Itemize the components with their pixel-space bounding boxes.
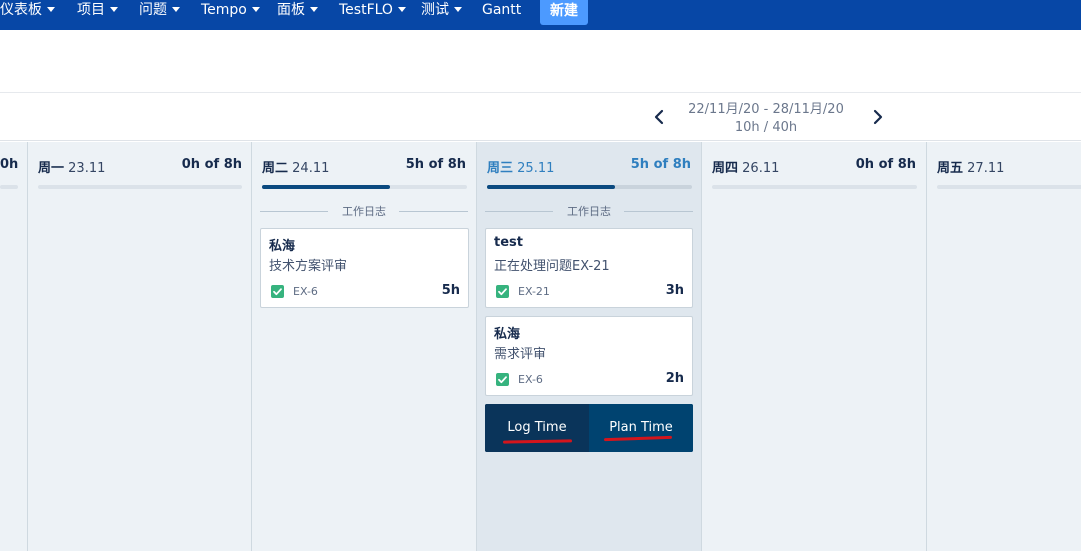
worklog-author: 私海 xyxy=(269,239,296,254)
worklog-hours: 3h xyxy=(665,283,684,298)
nav-item-testflo[interactable]: TestFLO xyxy=(339,0,406,22)
issue-key-link[interactable]: EX-6 xyxy=(293,285,318,298)
day-column-mon[interactable] xyxy=(28,142,252,551)
day-progress-bar xyxy=(712,185,917,189)
day-header: 周一 23.11 xyxy=(38,157,105,176)
day-hours: 0h of 8h xyxy=(855,157,916,172)
caret-down-icon xyxy=(172,6,180,12)
issue-key-link[interactable]: EX-21 xyxy=(518,285,550,298)
log-time-button[interactable]: Log Time xyxy=(485,404,589,452)
nav-item-label: 测试 xyxy=(421,2,449,18)
nav-item-label: 面板 xyxy=(277,2,305,18)
worklog-description: 需求评审 xyxy=(494,347,547,362)
worklog-card[interactable]: 私海 需求评审 EX-6 2h xyxy=(485,316,693,396)
caret-down-icon xyxy=(397,6,406,12)
create-button[interactable]: 新建 xyxy=(540,0,588,25)
day-date: 25.11 xyxy=(517,161,555,176)
period-range: 22/11月/20 - 28/11月/20 xyxy=(688,102,844,117)
day-weekday: 周一 xyxy=(38,161,65,176)
story-check-icon xyxy=(496,285,509,298)
worklog-section-label: 工作日志 xyxy=(567,205,611,218)
day-weekday: 周五 xyxy=(937,161,964,176)
day-header: 周二 24.11 xyxy=(262,157,329,176)
worklog-author: 私海 xyxy=(494,327,521,342)
day-progress-fill xyxy=(487,185,616,189)
chevron-left-icon[interactable] xyxy=(653,109,665,125)
day-progress-bar xyxy=(937,185,1081,189)
caret-down-icon xyxy=(454,6,462,12)
nav-item-dashboards[interactable]: 仪表板 xyxy=(0,0,55,22)
nav-item-issues[interactable]: 问题 xyxy=(139,0,180,22)
day-header: 周五 27.11 xyxy=(937,157,1004,176)
worklog-section-label: 工作日志 xyxy=(342,205,386,218)
top-navigation-bar: 仪表板 项目 问题 Tempo 面板 TestFLO 测试 Gantt 新建 xyxy=(0,0,1081,30)
day-actions: Log Time Plan Time xyxy=(485,404,693,452)
section-divider xyxy=(485,211,553,212)
day-weekday: 周四 xyxy=(712,161,739,176)
day-progress-bar xyxy=(262,185,467,189)
day-hours: 5h of 8h xyxy=(405,157,466,172)
caret-down-icon xyxy=(251,6,260,12)
nav-item-gantt[interactable]: Gantt xyxy=(482,0,521,22)
nav-item-label: 仪表板 xyxy=(0,2,42,18)
day-progress-bar xyxy=(38,185,242,189)
worklog-card[interactable]: test 正在处理问题EX-21 EX-21 3h xyxy=(485,228,693,308)
nav-item-label: Gantt xyxy=(482,2,522,18)
day-header: 周四 26.11 xyxy=(712,157,779,176)
day-column-fri[interactable] xyxy=(927,142,1081,551)
nav-item-label: Tempo xyxy=(201,2,247,18)
day-date: 24.11 xyxy=(292,161,330,176)
day-hours: 0h of 8h xyxy=(181,157,242,172)
section-divider xyxy=(624,211,693,212)
issue-key-link[interactable]: EX-6 xyxy=(518,373,543,386)
caret-down-icon xyxy=(310,6,318,12)
day-progress-bar xyxy=(487,185,692,189)
day-progress-fill xyxy=(262,185,391,189)
nav-item-label: 问题 xyxy=(139,2,167,18)
worklog-author: test xyxy=(494,235,523,250)
story-check-icon xyxy=(496,373,509,386)
worklog-description: 正在处理问题EX-21 xyxy=(494,259,610,274)
plan-time-button[interactable]: Plan Time xyxy=(589,404,693,452)
nav-item-label: 项目 xyxy=(77,2,105,18)
section-divider xyxy=(260,211,328,212)
story-check-icon xyxy=(271,285,284,298)
day-column-thu[interactable] xyxy=(702,142,927,551)
nav-item-boards[interactable]: 面板 xyxy=(277,0,318,22)
page-header-area xyxy=(0,30,1081,93)
day-column-previous xyxy=(0,142,28,551)
day-date: 23.11 xyxy=(68,161,106,176)
period-summary: 22/11月/20 - 28/11月/20 10h / 40h xyxy=(676,101,856,137)
section-divider xyxy=(399,211,468,212)
day-weekday: 周三 xyxy=(487,161,514,176)
day-hours: 5h of 8h xyxy=(630,157,691,172)
caret-down-icon xyxy=(110,6,118,12)
nav-item-projects[interactable]: 项目 xyxy=(77,0,118,22)
chevron-right-icon[interactable] xyxy=(872,109,884,125)
day-hours: 0h xyxy=(0,157,19,172)
worklog-description: 技术方案评审 xyxy=(269,259,348,274)
worklog-hours: 5h xyxy=(441,283,460,298)
day-weekday: 周二 xyxy=(262,161,289,176)
day-date: 26.11 xyxy=(742,161,780,176)
nav-item-label: TestFLO xyxy=(339,2,393,18)
period-navigation xyxy=(0,94,1081,141)
period-total-hours: 10h / 40h xyxy=(734,120,798,135)
caret-down-icon xyxy=(47,6,55,12)
day-progress-bar xyxy=(0,185,18,189)
nav-item-tempo[interactable]: Tempo xyxy=(201,0,260,22)
worklog-card[interactable]: 私海 技术方案评审 EX-6 5h xyxy=(260,228,469,308)
day-header: 周三 25.11 xyxy=(487,157,554,176)
worklog-hours: 2h xyxy=(665,371,684,386)
nav-item-tests[interactable]: 测试 xyxy=(421,0,462,22)
day-date: 27.11 xyxy=(967,161,1005,176)
